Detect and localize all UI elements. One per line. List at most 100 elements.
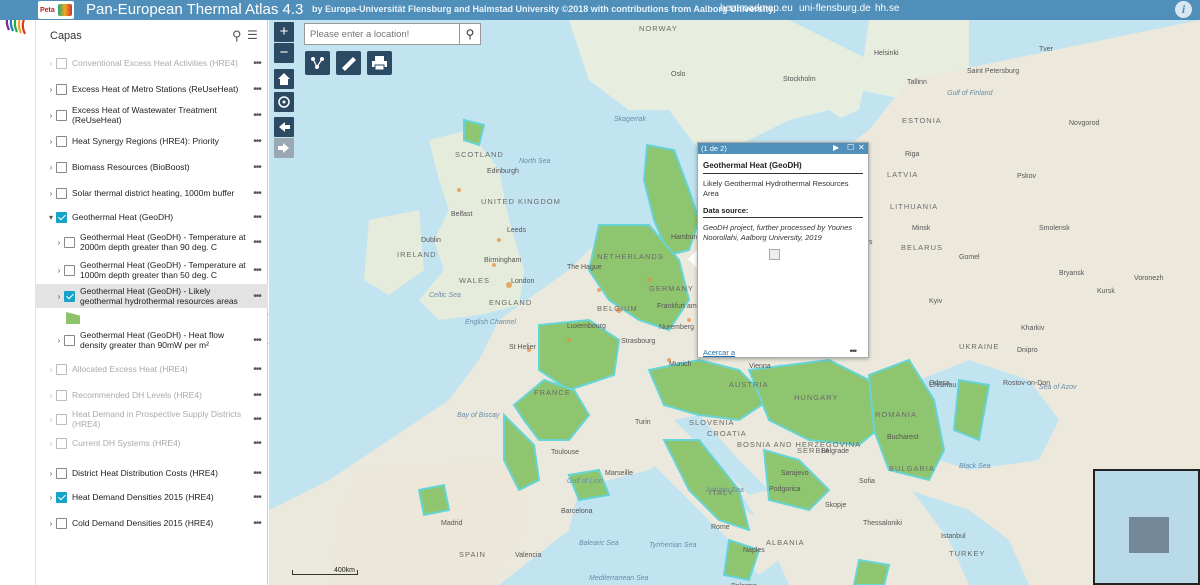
layer-options-icon[interactable]: ••• bbox=[246, 364, 268, 375]
country-label: TURKEY bbox=[949, 549, 986, 558]
layer-checkbox[interactable] bbox=[56, 517, 67, 529]
next-extent-button[interactable] bbox=[274, 138, 294, 158]
chevron-right-icon[interactable]: › bbox=[54, 266, 64, 275]
info-icon[interactable]: i bbox=[1175, 1, 1192, 18]
layer-row[interactable]: › Geothermal Heat (GeoDH) - Temperature a… bbox=[36, 258, 268, 282]
layer-checkbox[interactable] bbox=[64, 264, 75, 276]
layer-row[interactable]: ▾ Geothermal Heat (GeoDH) ••• bbox=[36, 210, 268, 224]
chevron-right-icon[interactable]: › bbox=[46, 111, 56, 120]
chevron-right-icon[interactable]: › bbox=[46, 85, 56, 94]
layer-row[interactable]: › Current DH Systems (HRE4) ••• bbox=[36, 436, 268, 450]
city-label: Dublin bbox=[421, 237, 441, 244]
chevron-right-icon[interactable]: › bbox=[46, 391, 56, 400]
chevron-right-icon[interactable]: › bbox=[46, 469, 56, 478]
chevron-right-icon[interactable]: › bbox=[46, 189, 56, 198]
layer-checkbox[interactable] bbox=[56, 413, 67, 425]
layer-checkbox[interactable] bbox=[56, 83, 67, 95]
popup-source-text: GeoDH project, further processed by Youn… bbox=[703, 223, 853, 242]
print-button[interactable] bbox=[367, 51, 392, 75]
layer-checkbox[interactable] bbox=[56, 467, 67, 479]
layer-row[interactable]: › Heat Synergy Regions (HRE4): Priority ••… bbox=[36, 134, 268, 148]
chevron-right-icon[interactable]: › bbox=[46, 439, 56, 448]
link-uni-flensburg[interactable]: uni-flensburg.de bbox=[799, 3, 871, 14]
layer-options-icon[interactable]: ••• bbox=[246, 110, 268, 121]
layer-row[interactable]: › Recommended DH Levels (HRE4) ••• bbox=[36, 388, 268, 402]
overview-extent[interactable] bbox=[1129, 517, 1169, 553]
maximize-icon[interactable]: ☐ bbox=[847, 143, 854, 152]
layer-row[interactable]: › Geothermal Heat (GeoDH) - Temperature a… bbox=[36, 230, 268, 254]
layer-checkbox[interactable] bbox=[56, 109, 67, 121]
layer-row[interactable]: › Allocated Excess Heat (HRE4) ••• bbox=[36, 362, 268, 376]
chevron-down-icon[interactable]: ▾ bbox=[46, 213, 56, 222]
layer-checkbox[interactable] bbox=[56, 57, 67, 69]
chevron-right-icon[interactable]: › bbox=[46, 519, 56, 528]
previous-extent-button[interactable] bbox=[274, 117, 294, 137]
search-icon[interactable]: ⚲ bbox=[459, 23, 481, 45]
chevron-right-icon[interactable]: › bbox=[46, 59, 56, 68]
layer-row[interactable]: › Biomass Resources (BioBoost) ••• bbox=[36, 160, 268, 174]
city-label: Naples bbox=[743, 547, 765, 554]
layer-options-icon[interactable]: ••• bbox=[246, 518, 268, 529]
chevron-right-icon[interactable]: › bbox=[54, 292, 64, 301]
zoom-to-link[interactable]: Acercar a bbox=[703, 348, 735, 357]
layer-row[interactable]: › Conventional Excess Heat Activities (HR… bbox=[36, 56, 268, 70]
layer-options-icon[interactable]: ••• bbox=[246, 136, 268, 147]
chevron-right-icon[interactable]: › bbox=[46, 163, 56, 172]
layer-checkbox[interactable] bbox=[64, 236, 75, 248]
zoom-out-button[interactable]: − bbox=[274, 43, 294, 63]
layer-row[interactable]: › Excess Heat of Wastewater Treatment (Re… bbox=[36, 104, 268, 126]
home-button[interactable] bbox=[274, 69, 294, 89]
layer-checkbox[interactable] bbox=[64, 334, 75, 346]
layer-checkbox[interactable] bbox=[56, 363, 67, 375]
layer-row[interactable]: › Geothermal Heat (GeoDH) - Likely geothe… bbox=[36, 284, 268, 308]
layer-checkbox[interactable] bbox=[56, 211, 67, 223]
layer-options-icon[interactable]: ••• bbox=[246, 84, 268, 95]
measure-button[interactable] bbox=[336, 51, 361, 75]
layer-checkbox[interactable] bbox=[56, 437, 67, 449]
layer-options-icon[interactable]: ••• bbox=[246, 390, 268, 401]
chevron-right-icon[interactable]: › bbox=[46, 493, 56, 502]
layer-options-icon[interactable]: ••• bbox=[246, 265, 268, 276]
layer-options-icon[interactable]: ••• bbox=[246, 414, 268, 425]
next-feature-icon[interactable]: ▶ bbox=[833, 143, 839, 152]
layer-options-icon[interactable]: ••• bbox=[246, 468, 268, 479]
filter-icon[interactable]: ☰ bbox=[247, 28, 258, 42]
layer-options-icon[interactable]: ••• bbox=[246, 438, 268, 449]
layer-options-icon[interactable]: ••• bbox=[246, 188, 268, 199]
layer-checkbox[interactable] bbox=[56, 161, 67, 173]
more-options-icon[interactable]: ••• bbox=[850, 346, 858, 356]
close-icon[interactable]: ✕ bbox=[858, 143, 865, 152]
layer-checkbox[interactable] bbox=[56, 491, 67, 503]
layer-row[interactable]: › Heat Demand Densities 2015 (HRE4) ••• bbox=[36, 490, 268, 504]
zoom-in-button[interactable]: + bbox=[274, 22, 294, 42]
layer-row[interactable]: › District Heat Distribution Costs (HRE4)… bbox=[36, 466, 268, 480]
directions-button[interactable] bbox=[305, 51, 330, 75]
locate-button[interactable] bbox=[274, 92, 294, 112]
layer-options-icon[interactable]: ••• bbox=[246, 237, 268, 248]
layer-checkbox[interactable] bbox=[56, 187, 67, 199]
search-layers-icon[interactable]: ⚲ bbox=[232, 28, 242, 44]
layer-options-icon[interactable]: ••• bbox=[246, 58, 268, 69]
layer-options-icon[interactable]: ••• bbox=[246, 212, 268, 223]
chevron-right-icon[interactable]: › bbox=[46, 365, 56, 374]
layer-row[interactable]: › Geothermal Heat (GeoDH) - Heat flow den… bbox=[36, 328, 268, 352]
layer-options-icon[interactable]: ••• bbox=[246, 335, 268, 346]
layer-row[interactable]: › Cold Demand Densities 2015 (HRE4) ••• bbox=[36, 516, 268, 530]
layer-options-icon[interactable]: ••• bbox=[246, 492, 268, 503]
link-hh[interactable]: hh.se bbox=[875, 3, 899, 14]
layer-row[interactable]: › Heat Demand in Prospective Supply Distr… bbox=[36, 408, 268, 430]
chevron-right-icon[interactable]: › bbox=[46, 415, 56, 424]
layer-checkbox[interactable] bbox=[56, 389, 67, 401]
layer-options-icon[interactable]: ••• bbox=[246, 291, 268, 302]
chevron-right-icon[interactable]: › bbox=[54, 238, 64, 247]
overview-map[interactable] bbox=[1093, 469, 1200, 585]
layer-checkbox[interactable] bbox=[56, 135, 67, 147]
layer-checkbox[interactable] bbox=[64, 290, 75, 302]
chevron-right-icon[interactable]: › bbox=[54, 336, 64, 345]
layer-row[interactable]: › Excess Heat of Metro Stations (ReUseHea… bbox=[36, 82, 268, 96]
layer-row[interactable]: › Solar thermal district heating, 1000m b… bbox=[36, 186, 268, 200]
location-search-input[interactable] bbox=[304, 23, 460, 45]
layer-options-icon[interactable]: ••• bbox=[246, 162, 268, 173]
chevron-right-icon[interactable]: › bbox=[46, 137, 56, 146]
link-heatroadmap[interactable]: heatroadmap.eu bbox=[720, 3, 793, 14]
